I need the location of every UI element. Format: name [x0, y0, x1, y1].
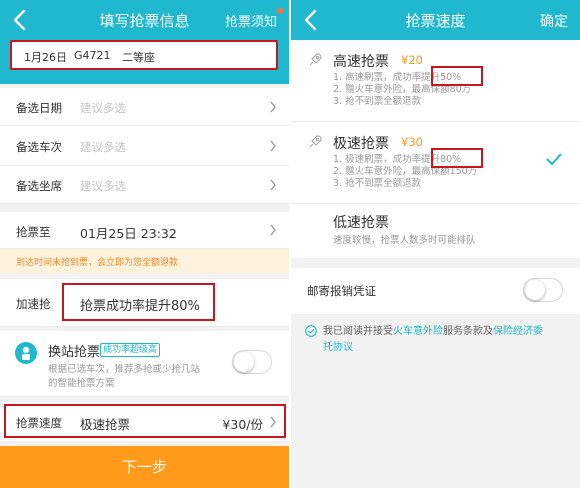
transfer-toggle[interactable] — [232, 350, 272, 374]
mail-receipt-label: 邮寄报销凭证 — [307, 284, 376, 298]
alt-train-row[interactable]: 备选车次 建议多选 — [0, 126, 289, 166]
chevron-right-icon — [270, 179, 276, 191]
speed-price: ¥30/份 — [222, 417, 263, 432]
success-rate-badge: 成功率超级高 — [100, 343, 161, 357]
alt-seat-row[interactable]: 备选坐席 建议多选 — [0, 166, 289, 204]
option-line3: 3. 抢不到票全额退款 — [333, 178, 422, 189]
agree-check-icon[interactable] — [305, 325, 317, 337]
option-price: ¥20 — [401, 53, 423, 67]
speed-option-low[interactable]: 低速抢票 速度较慢，抢票人数多时可能排队 — [291, 204, 580, 258]
refund-notice: 到达时间未抢到票，会立即为您全额退款 — [0, 249, 289, 273]
accelerate-value: 抢票成功率提升80% — [80, 299, 200, 314]
mail-receipt-row: 邮寄报销凭证 — [291, 268, 580, 314]
transfer-desc-line1: 根据已选车次，推荐多抢或少抢几站 — [48, 364, 201, 375]
alt-train-label: 备选车次 — [16, 140, 62, 154]
deadline-row[interactable]: 抢票至 01月25日 23:32 — [0, 212, 289, 249]
deadline-label: 抢票至 — [16, 225, 51, 239]
alt-date-label: 备选日期 — [16, 101, 62, 115]
chevron-right-icon — [270, 140, 276, 152]
rocket-icon — [309, 53, 322, 66]
accelerate-label: 加速抢 — [16, 297, 51, 311]
speed-option-fast[interactable]: 极速抢票 ¥30 1. 极速刷票，成功率提升80% 2. 赠火车意外险，最高保额… — [291, 122, 580, 204]
chevron-right-icon — [270, 224, 276, 236]
chevron-right-icon — [270, 416, 276, 428]
ticket-summary-card: 1月26日 G4721 二等座 — [10, 40, 278, 70]
toggle-knob — [525, 280, 545, 300]
agreement-area: 我已阅读并接受火车意外险服务条款及保险经济委 托协议 — [291, 314, 580, 488]
agreement-prefix: 我已阅读并接受 — [323, 326, 393, 337]
option-line3: 3. 抢不到票全额退款 — [333, 96, 422, 107]
ticket-train: G4721 — [74, 49, 111, 62]
deadline-value: 01月25日 23:32 — [80, 226, 177, 241]
page-title: 抢票速度 — [405, 12, 466, 30]
alt-train-placeholder: 建议多选 — [80, 140, 126, 154]
header-bar: 填写抢票信息 抢票须知 — [0, 0, 289, 40]
ticket-notice-link[interactable]: 抢票须知 — [225, 11, 277, 30]
speed-option-high[interactable]: 高速抢票 ¥20 1. 高速刷票，成功率提升50% 2. 赠火车意外险，最高保额… — [291, 40, 580, 122]
header-bar: 抢票速度 确定 — [291, 0, 580, 40]
option-title: 低速抢票 — [333, 215, 389, 231]
ticket-transfer-icon — [15, 342, 37, 364]
speed-value: 极速抢票 — [80, 417, 131, 432]
mail-receipt-toggle[interactable] — [523, 278, 563, 302]
insurance-agency-link-cont[interactable]: 托协议 — [323, 342, 353, 353]
ticket-seat: 二等座 — [122, 51, 155, 64]
notification-dot — [277, 8, 283, 14]
transfer-row: 换站抢票 成功率超级高 根据已选车次，推荐多抢或少抢几站 的智能抢票方案 — [0, 331, 289, 397]
alt-date-row[interactable]: 备选日期 建议多选 — [0, 88, 289, 126]
alt-date-placeholder: 建议多选 — [80, 101, 126, 115]
insurance-agency-link[interactable]: 保险经济委 — [493, 326, 543, 337]
transfer-title: 换站抢票 — [48, 345, 101, 360]
confirm-button[interactable]: 确定 — [540, 11, 568, 31]
insurance-terms-link[interactable]: 火车意外险 — [393, 326, 443, 337]
speed-label: 抢票速度 — [16, 416, 62, 430]
alt-seat-placeholder: 建议多选 — [80, 179, 126, 193]
chevron-right-icon — [270, 101, 276, 113]
accelerate-row[interactable]: 加速抢 抢票成功率提升80% — [0, 279, 289, 327]
alt-seat-label: 备选坐席 — [16, 179, 62, 193]
toggle-knob — [234, 352, 254, 372]
rocket-icon — [309, 135, 322, 148]
ticket-speed-screen: 抢票速度 确定 高速抢票 ¥20 1. 高速刷票，成功率提升50% 2. 赠火车… — [291, 0, 580, 488]
agreement-text: 我已阅读并接受火车意外险服务条款及保险经济委 托协议 — [323, 324, 569, 356]
option-title: 高速抢票 — [333, 54, 389, 70]
ticket-date: 1月26日 — [24, 51, 67, 64]
transfer-desc-line2: 的智能抢票方案 — [48, 378, 115, 389]
rate-highlight-box — [431, 66, 483, 86]
agreement-middle: 服务条款及 — [443, 326, 493, 337]
option-price: ¥30 — [401, 135, 423, 149]
checkmark-icon — [546, 153, 562, 166]
rate-highlight-box — [431, 148, 483, 168]
speed-row[interactable]: 抢票速度 极速抢票 ¥30/份 — [0, 402, 289, 442]
fill-ticket-screen: 填写抢票信息 抢票须知 1月26日 G4721 二等座 备选日期 建议多选 备选… — [0, 0, 289, 488]
option-title: 极速抢票 — [333, 136, 389, 152]
option-desc: 速度较慢，抢票人数多时可能排队 — [333, 235, 476, 246]
next-step-button[interactable]: 下一步 — [0, 446, 289, 488]
